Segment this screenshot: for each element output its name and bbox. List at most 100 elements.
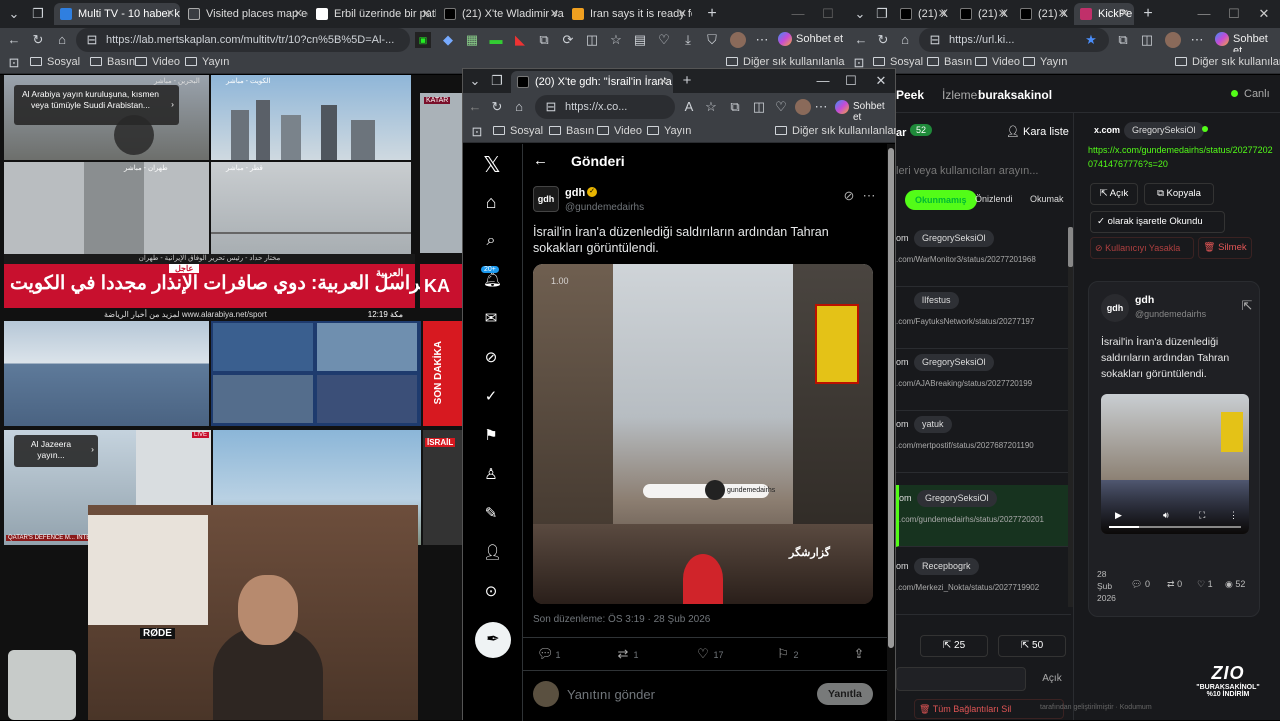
- close-window-icon[interactable]: ✕: [1256, 6, 1272, 22]
- grok-explain-icon[interactable]: ⊘: [841, 188, 857, 204]
- aljazeera-info-overlay[interactable]: Al Jazeera yayın... ›: [14, 435, 98, 467]
- refresh-icon[interactable]: ↻: [875, 32, 891, 48]
- tab-x-wladimir[interactable]: (21) X'te Wladimir van W ✕: [438, 3, 564, 25]
- bookmark-basin[interactable]: Basın: [927, 52, 972, 72]
- video-tile[interactable]: [4, 321, 209, 426]
- extension-icon[interactable]: ▬: [488, 32, 504, 48]
- tab-actions-icon[interactable]: ❐: [489, 73, 505, 89]
- filter-unread[interactable]: Okunmamış: [905, 190, 977, 210]
- close-icon[interactable]: ✕: [1120, 3, 1129, 25]
- link-row[interactable]: lIfestus .com/FaytuksNetwork/status/2027…: [896, 287, 1071, 349]
- row-user[interactable]: GregorySeksiOl: [914, 230, 994, 247]
- copilot-icon[interactable]: [778, 32, 792, 46]
- post-edited-timestamp[interactable]: Son düzenleme: ÖS 3:19 · 28 Şub 2026: [533, 614, 710, 625]
- downloads-icon[interactable]: ⤓: [680, 32, 696, 48]
- right-address-bar[interactable]: ⊟ https://url.ki... ★: [919, 28, 1109, 52]
- row-link[interactable]: .com/AJABreaking/status/2027720199: [896, 379, 1071, 388]
- copy-link-button[interactable]: ⧉ Kopyala: [1144, 183, 1214, 205]
- link-row[interactable]: om Recepbogrk .com/Merkezi_Nokta/status/…: [896, 553, 1071, 615]
- tab-multitv[interactable]: Multi TV - 10 haber k ✕: [54, 3, 180, 25]
- reply-submit-button[interactable]: Yanıtla: [817, 683, 873, 705]
- copilot-icon[interactable]: [835, 100, 849, 114]
- bookmark-basin[interactable]: Basın: [90, 52, 135, 72]
- workspaces-icon[interactable]: ⌄: [467, 73, 483, 89]
- bookmark-other[interactable]: Diğer sık kullanılanlar: [775, 121, 897, 141]
- link-row[interactable]: om GregorySeksiOl .com/AJABreaking/statu…: [896, 349, 1071, 411]
- page-info-icon[interactable]: ⊟: [84, 32, 100, 48]
- bookmark-yayin[interactable]: Yayın: [1023, 52, 1067, 72]
- bookmark-other[interactable]: Diğer sık kullanılanlar: [1175, 52, 1280, 72]
- bookmark-video[interactable]: Video: [975, 52, 1020, 72]
- home-icon[interactable]: ⌂: [511, 99, 527, 115]
- back-icon[interactable]: ←: [6, 32, 22, 48]
- row-user[interactable]: Recepbogrk: [914, 558, 979, 575]
- grok-icon[interactable]: ⊘: [483, 350, 499, 366]
- author-name[interactable]: gdh: [565, 187, 585, 199]
- back-icon[interactable]: ←: [467, 99, 483, 115]
- mark-read-button[interactable]: ✓ olarak işaretle Okundu: [1090, 211, 1225, 233]
- bookmark-button[interactable]: ⚐ 2: [775, 646, 798, 662]
- favorites-icon[interactable]: ♡: [773, 99, 789, 115]
- close-icon[interactable]: ✕: [166, 3, 175, 25]
- split-screen-icon[interactable]: ◫: [751, 99, 767, 115]
- split-screen-icon[interactable]: ◫: [1139, 32, 1155, 48]
- sohbet-button[interactable]: Sohbet et: [796, 33, 843, 45]
- extension-icon[interactable]: ▣: [415, 32, 431, 48]
- tab-x-2[interactable]: (21) X ✕: [954, 3, 1012, 25]
- workspaces-icon[interactable]: ❐: [874, 6, 890, 22]
- reply-input[interactable]: Yanıtını gönder: [567, 687, 655, 702]
- close-icon[interactable]: ✕: [678, 3, 687, 25]
- new-tab-icon[interactable]: +: [704, 6, 720, 22]
- video-tile[interactable]: قطر - مباشر: [211, 162, 411, 254]
- bookmark-basin[interactable]: Basın: [549, 121, 594, 141]
- like-button[interactable]: ♡ 17: [695, 646, 723, 662]
- compose-post-button[interactable]: ✒: [475, 622, 511, 658]
- row-link[interactable]: .com/mertpostif/status/2027687201190: [896, 441, 1071, 450]
- profile-avatar[interactable]: [795, 99, 811, 115]
- more-icon[interactable]: ⋯: [1189, 32, 1205, 48]
- watching-user[interactable]: buraksakinol: [978, 88, 1052, 102]
- video-tile[interactable]: طهران - مباشر: [4, 162, 209, 254]
- more-icon[interactable]: ⋯: [813, 99, 829, 115]
- search-input[interactable]: leri veya kullanıcıları arayın...: [896, 159, 1066, 183]
- blacklist-button[interactable]: 👤︎ Kara liste: [1006, 125, 1069, 138]
- close-icon[interactable]: ✕: [1058, 3, 1067, 25]
- tab-visited-places[interactable]: Visited places map editor ✕: [182, 3, 308, 25]
- video-progress-track[interactable]: [1109, 526, 1241, 528]
- read-aloud-icon[interactable]: A: [681, 99, 697, 115]
- filter-read[interactable]: Okumak: [1030, 194, 1064, 204]
- page-info-icon[interactable]: ⊟: [543, 99, 559, 115]
- profile-icon[interactable]: 👤︎: [483, 545, 502, 561]
- extension-icon[interactable]: ◆: [440, 32, 456, 48]
- delete-button[interactable]: 🗑︎ Silmek: [1198, 237, 1252, 259]
- minimize-icon[interactable]: —: [790, 6, 806, 22]
- close-icon[interactable]: ✕: [550, 3, 559, 25]
- alarabiya-info-overlay[interactable]: Al Arabiya yayın kuruluşuna, kısmen veya…: [14, 85, 179, 125]
- card-video[interactable]: ▶ 🔊︎ ⛶ ⋮: [1101, 394, 1249, 534]
- post-video[interactable]: 1.00 gundemedairhs گزارشگر: [533, 264, 873, 604]
- bookmark-sosyal[interactable]: Sosyal: [493, 121, 543, 141]
- back-arrow-icon[interactable]: ←: [533, 152, 548, 169]
- home-icon[interactable]: ⌂: [897, 32, 913, 48]
- extensions-icon[interactable]: ⧉: [727, 99, 743, 115]
- load-50-button[interactable]: ⇱ 50: [998, 635, 1066, 657]
- link-row[interactable]: om GregorySeksiOl .com/WarMonitor3/statu…: [896, 225, 1071, 287]
- row-link[interactable]: .com/WarMonitor3/status/20277201968: [896, 255, 1071, 264]
- more-icon[interactable]: ⋯: [754, 32, 770, 48]
- open-button[interactable]: Açık: [1036, 667, 1068, 691]
- row-link[interactable]: .com/gundemedairhs/status/2027720201: [899, 515, 1071, 524]
- star-icon[interactable]: ☆: [703, 99, 719, 115]
- bookmark-video[interactable]: Video: [135, 52, 180, 72]
- list-scrollbar[interactable]: [1068, 227, 1073, 607]
- popup-scrollbar[interactable]: [887, 144, 895, 721]
- scrollbar-thumb[interactable]: [888, 148, 894, 648]
- close-icon[interactable]: ✕: [294, 3, 303, 25]
- bookmark-sosyal[interactable]: Sosyal: [30, 52, 80, 72]
- copilot-icon[interactable]: [1215, 32, 1229, 46]
- close-icon[interactable]: ✕: [422, 3, 431, 25]
- bookmark-tab-icon[interactable]: ⊡: [6, 55, 22, 71]
- tab-x-1[interactable]: (21) X ✕: [894, 3, 952, 25]
- video-tile[interactable]: KATAR: [420, 93, 465, 253]
- main-address-bar[interactable]: ⊟ https://lab.mertskaplan.com/multitv/tr…: [76, 28, 410, 52]
- fullscreen-icon[interactable]: ⛶: [1199, 510, 1205, 521]
